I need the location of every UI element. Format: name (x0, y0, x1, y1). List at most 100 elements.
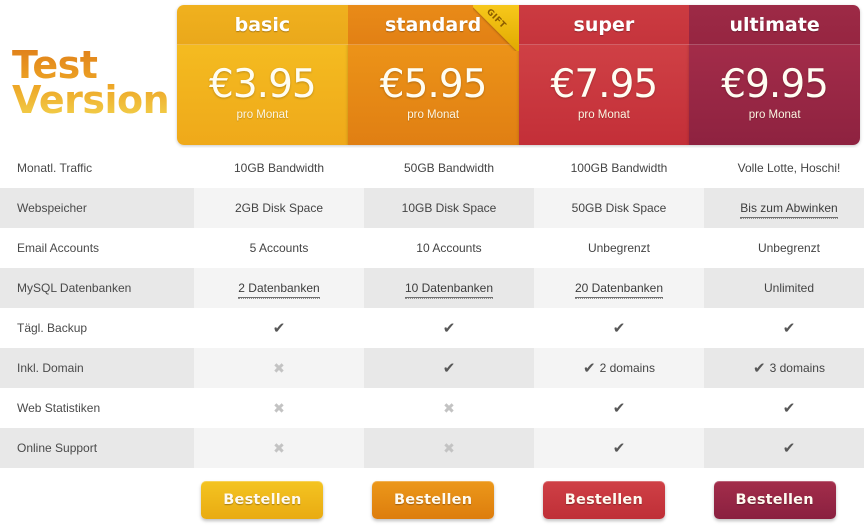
feature-tooltip-link[interactable]: 2 Datenbanken (238, 281, 320, 299)
table-row: Inkl. Domain ✖ ✔ ✔ 2 domains ✔ 3 domains (0, 348, 864, 388)
feature-label: Online Support (0, 428, 194, 468)
feature-tooltip-link[interactable]: Bis zum Abwinken (740, 201, 838, 219)
feature-cell-super: 100GB Bandwidth (534, 148, 704, 188)
feature-cell-basic: ✔ (194, 308, 364, 348)
feature-value-text: Unlimited (763, 281, 814, 295)
feature-cell-standard: ✖ (364, 388, 534, 428)
plan-header-row: basic €3.95 pro Monat standard €5.95 pro Mona… (177, 5, 860, 145)
feature-value-text: 2 domains (599, 360, 655, 375)
feature-value-text: 100GB Bandwidth (570, 161, 668, 175)
feature-value-text: 3 domains (769, 360, 825, 375)
feature-cell-standard[interactable]: 10 Datenbanken (364, 268, 534, 308)
feature-cell-standard: ✔ (364, 348, 534, 388)
plan-card-basic[interactable]: basic €3.95 pro Monat (177, 5, 348, 145)
cross-icon: ✖ (273, 359, 285, 376)
table-row: Webspeicher 2GB Disk Space 10GB Disk Space… (0, 188, 864, 228)
feature-value-text: 10GB Bandwidth (233, 161, 325, 175)
plan-period-standard: pro Monat (407, 109, 460, 122)
feature-value-text: 50GB Bandwidth (403, 161, 495, 175)
feature-value-text: Unbegrenzt (587, 241, 651, 255)
check-icon: ✔ (753, 359, 766, 377)
feature-label: Monatl. Traffic (0, 148, 194, 188)
plan-name-basic: basic (177, 5, 348, 45)
plan-price-basic: €3.95 (209, 61, 317, 107)
feature-value-with-check: ✔ 3 domains (753, 359, 825, 377)
cross-icon: ✖ (443, 439, 455, 456)
check-icon: ✔ (612, 319, 626, 337)
plan-price-standard: €5.95 (379, 61, 488, 107)
plan-price-ultimate: €9.95 (721, 61, 829, 107)
feature-cell-super: ✔ (534, 308, 704, 348)
plan-name-ultimate: ultimate (689, 5, 860, 45)
order-cell-standard: Bestellen (348, 481, 519, 519)
pricing-table: Test Version basic €3.95 pro Monat standard… (0, 0, 864, 530)
feature-cell-standard: 10 Accounts (364, 228, 534, 268)
check-icon: ✔ (782, 399, 796, 417)
order-button-standard[interactable]: Bestellen (372, 481, 495, 519)
check-icon: ✔ (782, 439, 796, 457)
plan-price-super: €7.95 (550, 61, 659, 107)
feature-label: Email Accounts (0, 228, 194, 268)
check-icon: ✔ (272, 319, 286, 337)
feature-label: Tägl. Backup (0, 308, 194, 348)
plan-price-block-basic: €3.95 pro Monat (177, 45, 348, 145)
feature-cell-basic[interactable]: 2 Datenbanken (194, 268, 364, 308)
plan-card-ultimate[interactable]: ultimate €9.95 pro Monat (689, 5, 860, 145)
plan-card-standard[interactable]: standard €5.95 pro Monat GIFT (347, 5, 519, 145)
feature-cell-basic: 10GB Bandwidth (194, 148, 364, 188)
feature-value-text: 5 Accounts (249, 241, 309, 255)
plan-name-standard: standard (347, 5, 519, 45)
feature-cell-ultimate: Unbegrenzt (704, 228, 864, 268)
feature-cell-ultimate[interactable]: Bis zum Abwinken (704, 188, 864, 228)
feature-comparison-table: Monatl. Traffic 10GB Bandwidth 50GB Bandwi… (0, 148, 864, 468)
feature-cell-basic: 2GB Disk Space (194, 188, 364, 228)
feature-cell-ultimate: Unlimited (704, 268, 864, 308)
feature-cell-standard: 50GB Bandwidth (364, 148, 534, 188)
feature-cell-super[interactable]: 20 Datenbanken (534, 268, 704, 308)
order-cell-super: Bestellen (519, 481, 690, 519)
check-icon: ✔ (442, 359, 456, 377)
feature-value-text: Volle Lotte, Hoschi! (737, 161, 841, 175)
check-icon: ✔ (782, 319, 796, 337)
order-button-super[interactable]: Bestellen (542, 481, 665, 519)
feature-cell-super: ✔ 2 domains (534, 348, 704, 388)
feature-tooltip-link[interactable]: 20 Datenbanken (574, 281, 664, 299)
feature-cell-ultimate: ✔ (704, 388, 864, 428)
cross-icon: ✖ (273, 439, 285, 456)
table-row: MySQL Datenbanken 2 Datenbanken 10 Datenba… (0, 268, 864, 308)
feature-cell-ultimate: ✔ (704, 428, 864, 468)
feature-cell-standard: ✔ (364, 308, 534, 348)
plan-card-super[interactable]: super €7.95 pro Monat (518, 5, 690, 145)
table-row: Tägl. Backup ✔ ✔ ✔ ✔ (0, 308, 864, 348)
order-button-ultimate[interactable]: Bestellen (713, 481, 836, 519)
order-button-basic[interactable]: Bestellen (201, 481, 324, 519)
feature-label: MySQL Datenbanken (0, 268, 194, 308)
feature-label: Webspeicher (0, 188, 194, 228)
order-button-row: Bestellen Bestellen Bestellen Bestellen (177, 481, 860, 519)
feature-cell-ultimate: ✔ 3 domains (704, 348, 864, 388)
table-row: Email Accounts 5 Accounts 10 Accounts Unbeg… (0, 228, 864, 268)
plan-period-ultimate: pro Monat (748, 109, 801, 122)
table-row: Online Support ✖ ✖ ✔ ✔ (0, 428, 864, 468)
feature-cell-basic: ✖ (194, 428, 364, 468)
brand-logo: Test Version (12, 46, 172, 119)
table-row: Monatl. Traffic 10GB Bandwidth 50GB Bandwi… (0, 148, 864, 188)
plan-price-block-standard: €5.95 pro Monat (347, 45, 519, 145)
plan-period-super: pro Monat (577, 109, 630, 122)
feature-tooltip-link[interactable]: 10 Datenbanken (404, 281, 494, 299)
feature-cell-ultimate: Volle Lotte, Hoschi! (704, 148, 864, 188)
feature-cell-super: Unbegrenzt (534, 228, 704, 268)
feature-value-text: 10 Accounts (416, 241, 482, 255)
feature-value-text: 10GB Disk Space (401, 201, 497, 215)
check-icon: ✔ (442, 319, 456, 337)
brand-line-version: Version (12, 81, 172, 119)
feature-cell-super: ✔ (534, 388, 704, 428)
cross-icon: ✖ (273, 399, 285, 416)
feature-value-text: Unbegrenzt (757, 241, 821, 255)
feature-label: Web Statistiken (0, 388, 194, 428)
table-row: Web Statistiken ✖ ✖ ✔ ✔ (0, 388, 864, 428)
plan-name-super: super (518, 5, 690, 45)
feature-cell-basic: 5 Accounts (194, 228, 364, 268)
feature-cell-basic: ✖ (194, 388, 364, 428)
order-cell-ultimate: Bestellen (689, 481, 860, 519)
